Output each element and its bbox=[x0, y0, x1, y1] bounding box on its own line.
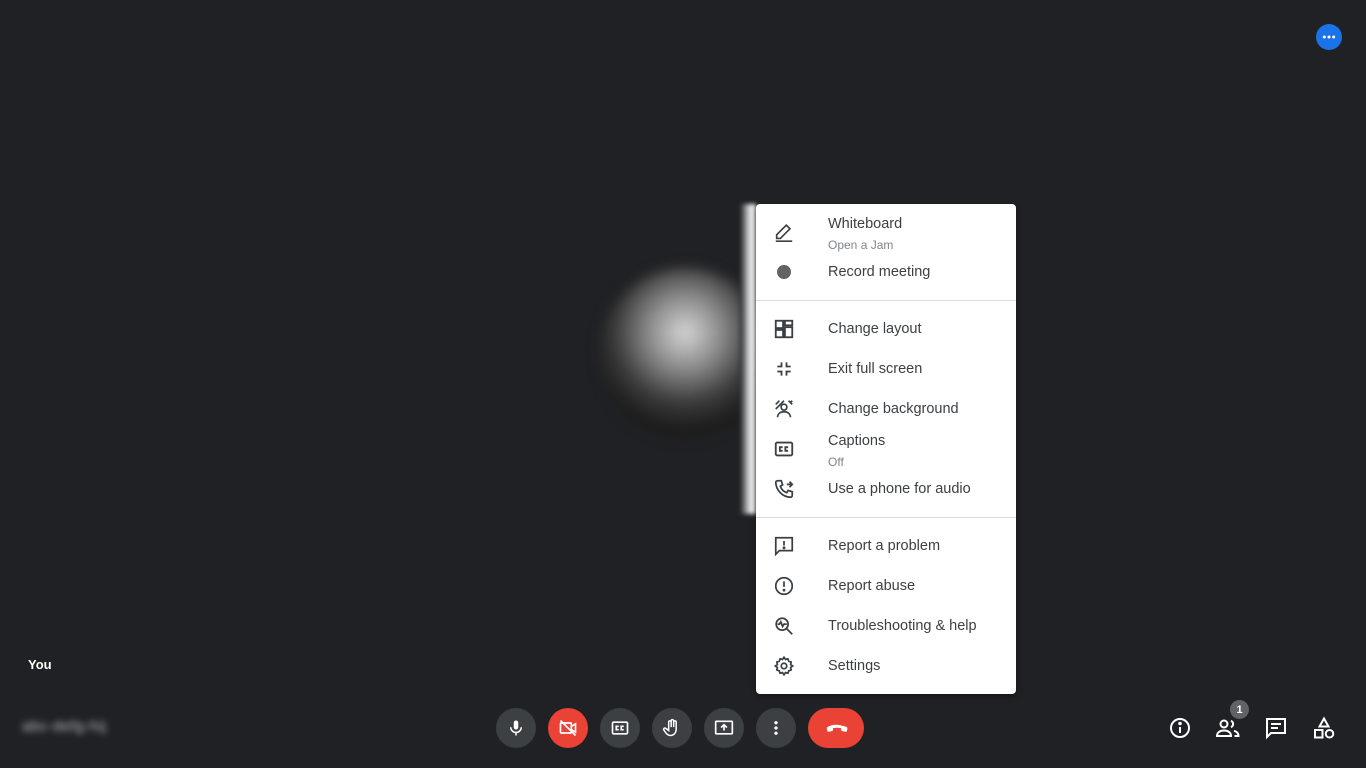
menu-item-sublabel: Off bbox=[828, 455, 844, 469]
activities-icon bbox=[1312, 716, 1336, 740]
menu-item-label: Settings bbox=[828, 658, 881, 674]
menu-item-troubleshooting[interactable]: Troubleshooting & help bbox=[756, 614, 1016, 638]
menu-item-whiteboard[interactable]: Whiteboard Open a Jam bbox=[756, 212, 1016, 260]
menu-item-exit-full-screen[interactable]: Exit full screen bbox=[756, 357, 1016, 381]
meeting-code: abc-defg-hij bbox=[22, 718, 107, 735]
menu-divider bbox=[756, 517, 1016, 518]
menu-item-label: Exit full screen bbox=[828, 361, 923, 377]
video-tile-edge bbox=[740, 204, 756, 514]
menu-item-report-abuse[interactable]: Report abuse bbox=[756, 574, 1016, 598]
menu-item-label: Change layout bbox=[828, 321, 922, 337]
menu-item-settings[interactable]: Settings bbox=[756, 654, 1016, 678]
more-vert-icon bbox=[767, 719, 785, 737]
menu-item-label: Whiteboard bbox=[828, 216, 903, 232]
menu-item-change-background[interactable]: Change background bbox=[756, 397, 1016, 421]
menu-item-label: Record meeting bbox=[828, 264, 931, 280]
meeting-details-button[interactable] bbox=[1164, 712, 1196, 744]
call-end-icon bbox=[823, 715, 849, 741]
menu-item-label: Troubleshooting & help bbox=[828, 618, 977, 634]
menu-item-phone-audio[interactable]: Use a phone for audio bbox=[756, 477, 1016, 501]
more-options-menu: Whiteboard Open a Jam Record meeting Cha… bbox=[756, 204, 1016, 694]
leave-call-button[interactable] bbox=[808, 708, 864, 748]
troubleshoot-icon bbox=[772, 614, 796, 638]
report-icon bbox=[772, 574, 796, 598]
menu-item-label: Change background bbox=[828, 401, 959, 417]
more-options-button[interactable] bbox=[756, 708, 796, 748]
present-icon bbox=[714, 718, 734, 738]
people-icon bbox=[1215, 716, 1241, 740]
exit-fullscreen-icon bbox=[772, 357, 796, 381]
meeting-stage: You abc-defg-hij Whiteboard Open a Jam R… bbox=[0, 0, 1366, 768]
menu-item-captions[interactable]: Captions Off bbox=[756, 433, 1016, 477]
captions-icon bbox=[610, 718, 630, 738]
activities-button[interactable] bbox=[1308, 712, 1340, 744]
camera-button[interactable] bbox=[548, 708, 588, 748]
present-button[interactable] bbox=[704, 708, 744, 748]
layout-icon bbox=[772, 317, 796, 341]
menu-divider bbox=[756, 300, 1016, 301]
settings-icon bbox=[772, 654, 796, 678]
menu-item-sublabel: Open a Jam bbox=[828, 238, 894, 252]
record-icon bbox=[772, 260, 796, 284]
background-icon bbox=[772, 397, 796, 421]
menu-item-label: Report a problem bbox=[828, 538, 941, 554]
menu-item-label: Use a phone for audio bbox=[828, 481, 971, 497]
phone-forward-icon bbox=[772, 477, 796, 501]
camera-off-icon bbox=[558, 718, 578, 738]
menu-item-change-layout[interactable]: Change layout bbox=[756, 317, 1016, 341]
captions-button[interactable] bbox=[600, 708, 640, 748]
self-name-label: You bbox=[28, 657, 52, 672]
people-count-badge: 1 bbox=[1230, 700, 1249, 719]
chat-button[interactable] bbox=[1260, 712, 1292, 744]
feedback-icon bbox=[772, 534, 796, 558]
captions-icon bbox=[772, 437, 796, 461]
info-icon bbox=[1168, 716, 1192, 740]
hand-icon bbox=[662, 718, 682, 738]
raise-hand-button[interactable] bbox=[652, 708, 692, 748]
mic-icon bbox=[507, 719, 525, 737]
mic-button[interactable] bbox=[496, 708, 536, 748]
chat-icon bbox=[1264, 716, 1288, 740]
menu-item-label: Captions bbox=[828, 433, 886, 449]
pen-icon bbox=[772, 220, 796, 244]
menu-item-record-meeting[interactable]: Record meeting bbox=[756, 260, 1016, 284]
menu-item-label: Report abuse bbox=[828, 578, 916, 594]
menu-item-report-problem[interactable]: Report a problem bbox=[756, 534, 1016, 558]
more-horiz-icon[interactable] bbox=[1316, 24, 1342, 50]
